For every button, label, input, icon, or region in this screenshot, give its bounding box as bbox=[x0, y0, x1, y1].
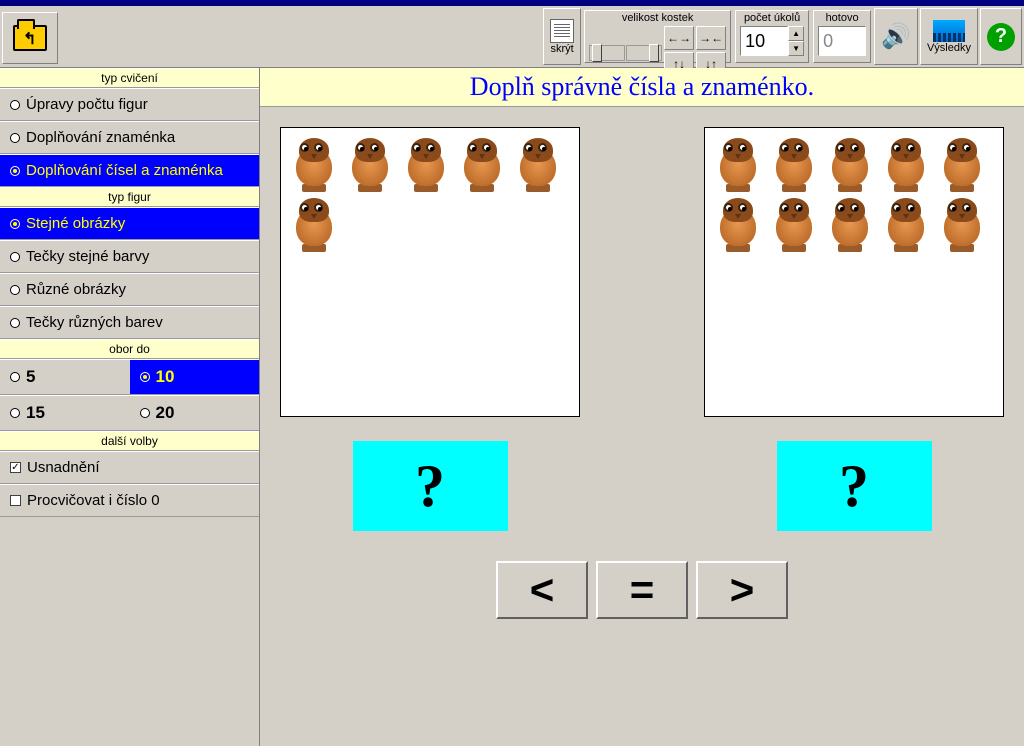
owl-icon bbox=[825, 136, 875, 192]
range-header: obor do bbox=[0, 339, 259, 359]
owl-icon bbox=[769, 136, 819, 192]
h-shrink-button[interactable]: ←→ bbox=[664, 26, 694, 50]
tasks-increase-button[interactable]: ▲ bbox=[788, 26, 804, 41]
results-label: Výsledky bbox=[927, 42, 971, 54]
greater-than-button[interactable]: > bbox=[696, 561, 788, 619]
h-size-slider[interactable] bbox=[589, 45, 625, 61]
owl-icon bbox=[769, 196, 819, 252]
folder-up-icon bbox=[13, 25, 47, 51]
help-button[interactable]: ? bbox=[980, 8, 1022, 65]
ease-checkbox-row[interactable]: ✓Usnadnění bbox=[0, 451, 259, 484]
owl-icon bbox=[713, 136, 763, 192]
figure-type-option-0[interactable]: Stejné obrázky bbox=[0, 207, 259, 240]
toolbar: skrýt velikost kostek ←→ →← ↑↓ ↓↑ počet … bbox=[0, 6, 1024, 68]
owl-icon bbox=[713, 196, 763, 252]
owl-icon bbox=[513, 136, 563, 192]
range-option-10[interactable]: 10 bbox=[130, 359, 260, 395]
owl-icon bbox=[937, 196, 987, 252]
owl-icon bbox=[881, 196, 931, 252]
owl-icon bbox=[401, 136, 451, 192]
figure-type-option-3[interactable]: Tečky různých barev bbox=[0, 306, 259, 339]
range-option-15[interactable]: 15 bbox=[0, 395, 130, 431]
equals-button[interactable]: = bbox=[596, 561, 688, 619]
done-count-group: hotovo bbox=[813, 10, 871, 63]
figure-type-header: typ figur bbox=[0, 187, 259, 207]
right-figure-box bbox=[704, 127, 1004, 417]
hide-button[interactable]: skrýt bbox=[543, 8, 581, 65]
owl-icon bbox=[289, 136, 339, 192]
range-option-5[interactable]: 5 bbox=[0, 359, 130, 395]
hide-label: skrýt bbox=[550, 43, 573, 55]
cube-size-group: velikost kostek ←→ →← ↑↓ ↓↑ bbox=[584, 10, 731, 63]
tasks-decrease-button[interactable]: ▼ bbox=[788, 41, 804, 56]
document-lines-icon bbox=[550, 19, 574, 43]
owl-icon bbox=[881, 136, 931, 192]
less-than-button[interactable]: < bbox=[496, 561, 588, 619]
left-answer-box[interactable]: ? bbox=[353, 441, 508, 531]
exercise-type-option-2[interactable]: Doplňování čísel a znaménka bbox=[0, 154, 259, 187]
owl-icon bbox=[825, 196, 875, 252]
exercise-type-option-1[interactable]: Doplňování znaménka bbox=[0, 121, 259, 154]
h-grow-button[interactable]: →← bbox=[696, 26, 726, 50]
range-option-20[interactable]: 20 bbox=[130, 395, 260, 431]
sidebar: typ cvičení Úpravy počtu figur Doplňován… bbox=[0, 68, 260, 746]
cube-size-label: velikost kostek bbox=[622, 12, 694, 24]
owl-icon bbox=[345, 136, 395, 192]
done-display bbox=[818, 26, 866, 56]
v-size-slider[interactable] bbox=[626, 45, 662, 61]
done-label: hotovo bbox=[826, 12, 859, 24]
left-figure-box bbox=[280, 127, 580, 417]
figure-type-option-2[interactable]: Různé obrázky bbox=[0, 273, 259, 306]
zero-checkbox-row[interactable]: Procvičovat i číslo 0 bbox=[0, 484, 259, 517]
chart-icon bbox=[933, 20, 965, 42]
instruction-text: Doplň správně čísla a znaménko. bbox=[260, 68, 1024, 107]
right-answer-box[interactable]: ? bbox=[777, 441, 932, 531]
speaker-icon: 🔊 bbox=[881, 22, 911, 51]
figure-type-option-1[interactable]: Tečky stejné barvy bbox=[0, 240, 259, 273]
back-button[interactable] bbox=[2, 12, 58, 64]
tasks-count-group: počet úkolů ▲ ▼ bbox=[735, 10, 809, 63]
owl-icon bbox=[457, 136, 507, 192]
exercise-type-option-0[interactable]: Úpravy počtu figur bbox=[0, 88, 259, 121]
sound-button[interactable]: 🔊 bbox=[874, 8, 918, 65]
owl-icon bbox=[289, 196, 339, 252]
question-icon: ? bbox=[987, 23, 1015, 51]
owl-icon bbox=[937, 136, 987, 192]
tasks-label: počet úkolů bbox=[744, 12, 800, 24]
tasks-input[interactable] bbox=[740, 26, 788, 56]
results-button[interactable]: Výsledky bbox=[920, 8, 978, 65]
exercise-type-header: typ cvičení bbox=[0, 68, 259, 88]
content-area: Doplň správně čísla a znaménko. ? ? < = … bbox=[260, 68, 1024, 746]
more-options-header: další volby bbox=[0, 431, 259, 451]
